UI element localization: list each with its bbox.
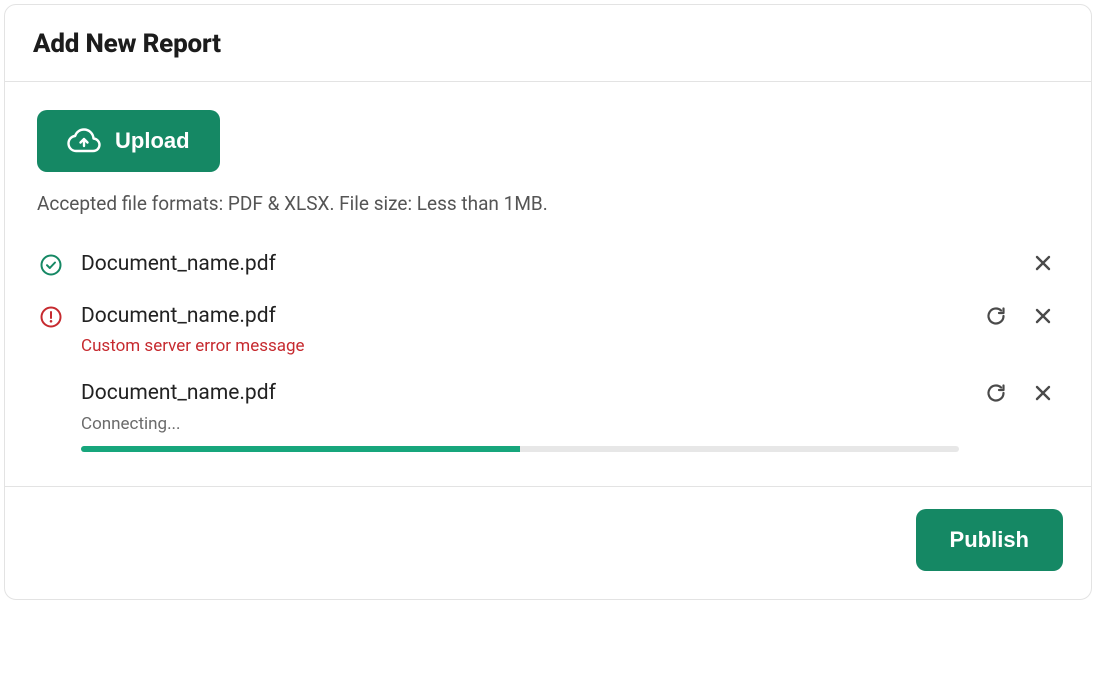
error-circle-icon [37, 303, 65, 331]
file-name: Document_name.pdf [81, 303, 967, 330]
cloud-upload-icon [67, 128, 101, 154]
upload-progress [81, 446, 959, 452]
file-info: Document_name.pdf Custom server error me… [81, 303, 967, 356]
remove-file-button[interactable] [1031, 304, 1055, 328]
remove-file-button[interactable] [1031, 381, 1055, 405]
file-row: Document_name.pdf Custom server error me… [37, 291, 1059, 368]
publish-button-label: Publish [950, 527, 1029, 552]
check-circle-icon [37, 251, 65, 279]
close-icon [1033, 383, 1053, 403]
file-list: Document_name.pdf [37, 239, 1059, 476]
file-status-message: Connecting... [81, 414, 967, 434]
upload-progress-bar [81, 446, 520, 452]
card-footer: Publish [5, 487, 1091, 599]
file-row: Document_name.pdf [37, 239, 1059, 291]
file-actions [983, 380, 1059, 406]
remove-file-button[interactable] [1031, 251, 1055, 275]
card-header: Add New Report [5, 5, 1091, 82]
retry-button[interactable] [983, 380, 1009, 406]
file-row-uploading: Document_name.pdf Connecting... [37, 368, 1059, 475]
file-info: Document_name.pdf [81, 251, 1015, 278]
file-name: Document_name.pdf [81, 251, 1015, 278]
close-icon [1033, 306, 1053, 326]
file-actions [983, 303, 1059, 329]
upload-button-label: Upload [115, 128, 190, 154]
refresh-icon [985, 382, 1007, 404]
card-body: Upload Accepted file formats: PDF & XLSX… [5, 82, 1091, 487]
file-info: Document_name.pdf Connecting... [81, 380, 967, 433]
upload-button[interactable]: Upload [37, 110, 220, 172]
refresh-icon [985, 305, 1007, 327]
retry-button[interactable] [983, 303, 1009, 329]
file-actions [1031, 251, 1059, 275]
file-error-message: Custom server error message [81, 336, 967, 356]
publish-button[interactable]: Publish [916, 509, 1063, 571]
page-title: Add New Report [33, 29, 1063, 59]
status-icon-placeholder [37, 380, 65, 408]
file-name: Document_name.pdf [81, 380, 967, 407]
upload-hint: Accepted file formats: PDF & XLSX. File … [37, 192, 1059, 215]
add-report-card: Add New Report Upload Accepted file form… [4, 4, 1092, 600]
close-icon [1033, 253, 1053, 273]
